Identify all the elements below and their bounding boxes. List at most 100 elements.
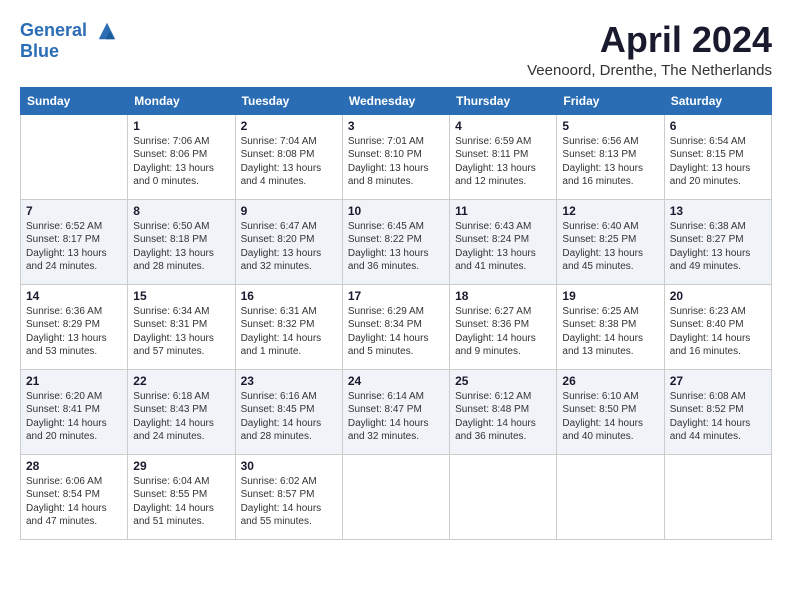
day-info: Sunrise: 6:47 AMSunset: 8:20 PMDaylight:…: [241, 220, 337, 274]
calendar-cell: 3 Sunrise: 7:01 AMSunset: 8:10 PMDaylight…: [342, 114, 449, 199]
day-info: Sunrise: 6:31 AMSunset: 8:32 PMDaylight:…: [241, 305, 337, 359]
calendar-cell: 5 Sunrise: 6:56 AMSunset: 8:13 PMDaylight…: [557, 114, 664, 199]
calendar-cell: 29 Sunrise: 6:04 AMSunset: 8:55 PMDayligh…: [128, 454, 235, 539]
day-number: 8: [133, 204, 229, 218]
calendar-cell: 10 Sunrise: 6:45 AMSunset: 8:22 PMDayligh…: [342, 199, 449, 284]
calendar-cell: 28 Sunrise: 6:06 AMSunset: 8:54 PMDayligh…: [21, 454, 128, 539]
day-number: 30: [241, 459, 337, 473]
day-info: Sunrise: 6:56 AMSunset: 8:13 PMDaylight:…: [562, 135, 658, 189]
weekday-header: Wednesday: [342, 87, 449, 114]
calendar-cell: 16 Sunrise: 6:31 AMSunset: 8:32 PMDayligh…: [235, 284, 342, 369]
calendar-cell: 23 Sunrise: 6:16 AMSunset: 8:45 PMDayligh…: [235, 369, 342, 454]
day-info: Sunrise: 6:06 AMSunset: 8:54 PMDaylight:…: [26, 475, 122, 529]
day-info: Sunrise: 6:10 AMSunset: 8:50 PMDaylight:…: [562, 390, 658, 444]
calendar-cell: 1Sunrise: 7:06 AMSunset: 8:06 PMDaylight…: [128, 114, 235, 199]
day-number: 26: [562, 374, 658, 388]
day-number: 24: [348, 374, 444, 388]
calendar-cell: [342, 454, 449, 539]
title-block: April 2024 Veenoord, Drenthe, The Nether…: [527, 20, 772, 79]
day-info: Sunrise: 6:18 AMSunset: 8:43 PMDaylight:…: [133, 390, 229, 444]
day-info: Sunrise: 6:52 AMSunset: 8:17 PMDaylight:…: [26, 220, 122, 274]
day-info: Sunrise: 6:16 AMSunset: 8:45 PMDaylight:…: [241, 390, 337, 444]
logo: General Blue: [20, 20, 118, 62]
weekday-header: Tuesday: [235, 87, 342, 114]
calendar-cell: 22 Sunrise: 6:18 AMSunset: 8:43 PMDayligh…: [128, 369, 235, 454]
day-number: 25: [455, 374, 551, 388]
calendar-cell: 15 Sunrise: 6:34 AMSunset: 8:31 PMDayligh…: [128, 284, 235, 369]
day-info: Sunrise: 6:40 AMSunset: 8:25 PMDaylight:…: [562, 220, 658, 274]
day-info: Sunrise: 6:45 AMSunset: 8:22 PMDaylight:…: [348, 220, 444, 274]
page-header: General Blue April 2024 Veenoord, Drenth…: [20, 20, 772, 79]
calendar-cell: 18 Sunrise: 6:27 AMSunset: 8:36 PMDayligh…: [450, 284, 557, 369]
day-info: Sunrise: 6:20 AMSunset: 8:41 PMDaylight:…: [26, 390, 122, 444]
day-info: Sunrise: 6:59 AMSunset: 8:11 PMDaylight:…: [455, 135, 551, 189]
day-number: 23: [241, 374, 337, 388]
calendar-cell: 13 Sunrise: 6:38 AMSunset: 8:27 PMDayligh…: [664, 199, 771, 284]
day-number: 19: [562, 289, 658, 303]
day-number: 11: [455, 204, 551, 218]
day-info: Sunrise: 6:04 AMSunset: 8:55 PMDaylight:…: [133, 475, 229, 529]
calendar-cell: 7 Sunrise: 6:52 AMSunset: 8:17 PMDaylight…: [21, 199, 128, 284]
day-info: Sunrise: 6:02 AMSunset: 8:57 PMDaylight:…: [241, 475, 337, 529]
day-info: Sunrise: 6:12 AMSunset: 8:48 PMDaylight:…: [455, 390, 551, 444]
weekday-header: Saturday: [664, 87, 771, 114]
day-info: Sunrise: 6:23 AMSunset: 8:40 PMDaylight:…: [670, 305, 766, 359]
day-number: 29: [133, 459, 229, 473]
calendar-cell: 20 Sunrise: 6:23 AMSunset: 8:40 PMDayligh…: [664, 284, 771, 369]
weekday-header: Monday: [128, 87, 235, 114]
calendar-cell: 4 Sunrise: 6:59 AMSunset: 8:11 PMDaylight…: [450, 114, 557, 199]
calendar-cell: 2 Sunrise: 7:04 AMSunset: 8:08 PMDaylight…: [235, 114, 342, 199]
calendar-cell: 6 Sunrise: 6:54 AMSunset: 8:15 PMDaylight…: [664, 114, 771, 199]
day-info: Sunrise: 6:43 AMSunset: 8:24 PMDaylight:…: [455, 220, 551, 274]
day-info: Sunrise: 6:14 AMSunset: 8:47 PMDaylight:…: [348, 390, 444, 444]
day-number: 27: [670, 374, 766, 388]
day-info: Sunrise: 6:27 AMSunset: 8:36 PMDaylight:…: [455, 305, 551, 359]
calendar-cell: 25 Sunrise: 6:12 AMSunset: 8:48 PMDayligh…: [450, 369, 557, 454]
day-number: 22: [133, 374, 229, 388]
day-info: Sunrise: 7:04 AMSunset: 8:08 PMDaylight:…: [241, 135, 337, 189]
calendar-cell: 14Sunrise: 6:36 AMSunset: 8:29 PMDayligh…: [21, 284, 128, 369]
calendar-cell: 21Sunrise: 6:20 AMSunset: 8:41 PMDayligh…: [21, 369, 128, 454]
day-info: Sunrise: 6:34 AMSunset: 8:31 PMDaylight:…: [133, 305, 229, 359]
day-number: 15: [133, 289, 229, 303]
day-number: 17: [348, 289, 444, 303]
calendar-cell: 30 Sunrise: 6:02 AMSunset: 8:57 PMDayligh…: [235, 454, 342, 539]
day-number: 20: [670, 289, 766, 303]
calendar-cell: 24 Sunrise: 6:14 AMSunset: 8:47 PMDayligh…: [342, 369, 449, 454]
day-info: Sunrise: 6:36 AMSunset: 8:29 PMDaylight:…: [26, 305, 122, 359]
day-info: Sunrise: 7:06 AMSunset: 8:06 PMDaylight:…: [133, 135, 229, 189]
day-number: 13: [670, 204, 766, 218]
calendar-cell: 27Sunrise: 6:08 AMSunset: 8:52 PMDayligh…: [664, 369, 771, 454]
day-info: Sunrise: 7:01 AMSunset: 8:10 PMDaylight:…: [348, 135, 444, 189]
calendar-cell: [664, 454, 771, 539]
day-number: 5: [562, 119, 658, 133]
month-title: April 2024: [527, 20, 772, 60]
day-number: 6: [670, 119, 766, 133]
day-number: 2: [241, 119, 337, 133]
weekday-header: Thursday: [450, 87, 557, 114]
day-number: 12: [562, 204, 658, 218]
day-number: 7: [26, 204, 122, 218]
day-info: Sunrise: 6:54 AMSunset: 8:15 PMDaylight:…: [670, 135, 766, 189]
calendar-cell: 26 Sunrise: 6:10 AMSunset: 8:50 PMDayligh…: [557, 369, 664, 454]
calendar-cell: 17Sunrise: 6:29 AMSunset: 8:34 PMDayligh…: [342, 284, 449, 369]
day-number: 10: [348, 204, 444, 218]
calendar-cell: [557, 454, 664, 539]
weekday-header: Sunday: [21, 87, 128, 114]
calendar-table: SundayMondayTuesdayWednesdayThursdayFrid…: [20, 87, 772, 540]
calendar-cell: 19 Sunrise: 6:25 AMSunset: 8:38 PMDayligh…: [557, 284, 664, 369]
day-number: 3: [348, 119, 444, 133]
day-number: 28: [26, 459, 122, 473]
calendar-cell: 12 Sunrise: 6:40 AMSunset: 8:25 PMDayligh…: [557, 199, 664, 284]
day-number: 4: [455, 119, 551, 133]
calendar-cell: 11 Sunrise: 6:43 AMSunset: 8:24 PMDayligh…: [450, 199, 557, 284]
day-info: Sunrise: 6:25 AMSunset: 8:38 PMDaylight:…: [562, 305, 658, 359]
day-info: Sunrise: 6:50 AMSunset: 8:18 PMDaylight:…: [133, 220, 229, 274]
day-info: Sunrise: 6:38 AMSunset: 8:27 PMDaylight:…: [670, 220, 766, 274]
day-number: 16: [241, 289, 337, 303]
calendar-cell: [450, 454, 557, 539]
weekday-header: Friday: [557, 87, 664, 114]
day-number: 9: [241, 204, 337, 218]
logo-blue: Blue: [20, 42, 118, 62]
day-number: 18: [455, 289, 551, 303]
